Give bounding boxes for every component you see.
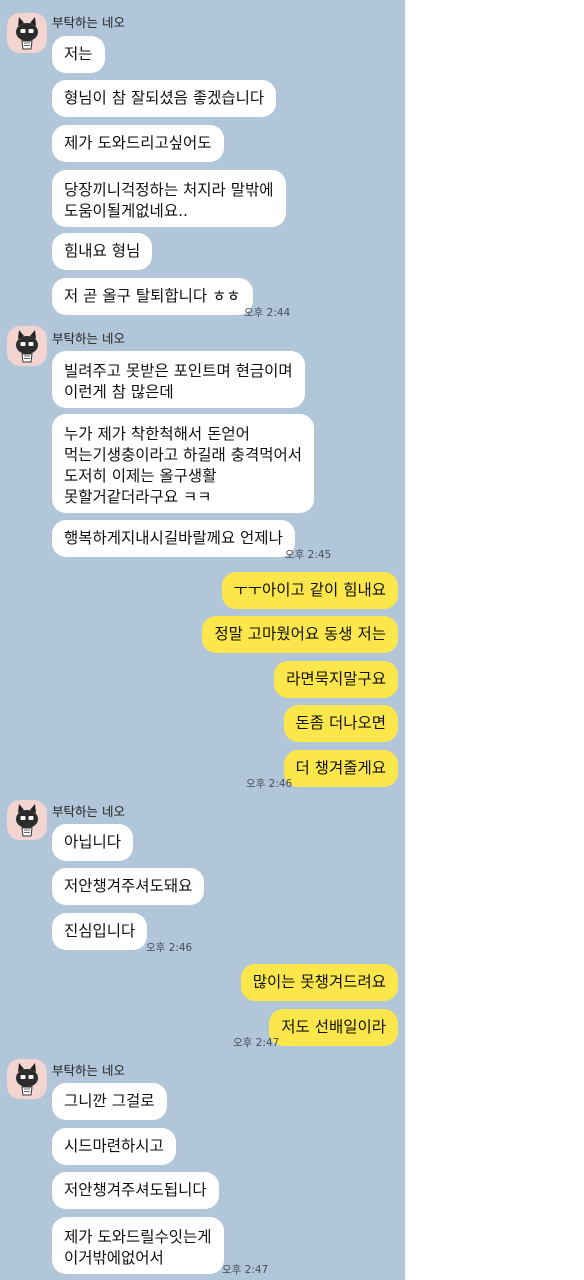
sender-name: 부탁하는 네오: [52, 331, 125, 346]
message-bubble[interactable]: 더 챙겨줄게요: [283, 750, 398, 787]
sender-name: 부탁하는 네오: [52, 1063, 125, 1078]
message-bubble[interactable]: 저안챙겨주셔도됩니다: [52, 1172, 219, 1209]
neo-character-avatar-icon[interactable]: [7, 326, 47, 366]
message-bubble[interactable]: 라면묵지말구요: [274, 661, 398, 698]
sender-name: 부탁하는 네오: [52, 15, 125, 30]
message-bubble[interactable]: 그니깐 그걸로: [52, 1083, 167, 1120]
message-bubble[interactable]: 아닙니다: [52, 824, 134, 861]
message-bubble[interactable]: 진심입니다: [52, 913, 148, 950]
message-bubble[interactable]: 저안챙겨주셔도돼요: [52, 868, 205, 905]
message-timestamp: 오후 2:45: [285, 549, 332, 561]
neo-character-avatar-icon[interactable]: [7, 1059, 47, 1099]
chat-area[interactable]: 부탁하는 네오 저는 형님이 참 잘되셨음 좋겠습니다 제가 도와드리고싶어도 …: [0, 0, 405, 1280]
message-bubble[interactable]: 저는: [52, 36, 105, 73]
message-bubble[interactable]: 돈좀 더나오면: [283, 705, 398, 742]
message-bubble[interactable]: 저도 선배일이라: [269, 1009, 398, 1046]
sender-name: 부탁하는 네오: [52, 804, 125, 819]
neo-character-avatar-icon[interactable]: [7, 800, 47, 840]
message-bubble[interactable]: 빌려주고 못받은 포인트며 현금이며 이런게 참 많은데: [52, 351, 305, 408]
message-bubble[interactable]: 정말 고마웠어요 동생 저는: [202, 616, 398, 653]
message-bubble[interactable]: 행복하게지내시길바랄께요 언제나: [52, 520, 295, 557]
message-bubble[interactable]: ㅜㅜ아이고 같이 힘내요: [221, 572, 398, 609]
message-bubble[interactable]: 형님이 참 잘되셨음 좋겠습니다: [52, 80, 277, 117]
message-timestamp: 오후 2:47: [233, 1037, 280, 1049]
message-bubble[interactable]: 제가 도와드리고싶어도: [52, 125, 224, 162]
message-timestamp: 오후 2:46: [146, 942, 193, 954]
message-bubble[interactable]: 많이는 못챙겨드려요: [240, 964, 398, 1001]
neo-character-avatar-icon[interactable]: [7, 13, 47, 53]
message-bubble[interactable]: 누가 제가 착한척해서 돈얻어 먹는기생충이라고 하길래 충격먹어서 도저히 이…: [52, 414, 315, 513]
message-bubble[interactable]: 저 곧 올구 탈퇴합니다 ㅎㅎ: [52, 278, 253, 315]
message-bubble[interactable]: 당장끼니걱정하는 처지라 말밖에 도움이될게없네요..: [52, 170, 286, 227]
message-timestamp: 오후 2:47: [222, 1264, 269, 1276]
message-timestamp: 오후 2:44: [244, 307, 291, 319]
message-bubble[interactable]: 제가 도와드릴수잇는게 이거밖에없어서: [52, 1217, 224, 1274]
message-timestamp: 오후 2:46: [246, 778, 293, 790]
message-bubble[interactable]: 힘내요 형님: [52, 233, 153, 270]
message-bubble[interactable]: 시드마련하시고: [52, 1128, 176, 1165]
